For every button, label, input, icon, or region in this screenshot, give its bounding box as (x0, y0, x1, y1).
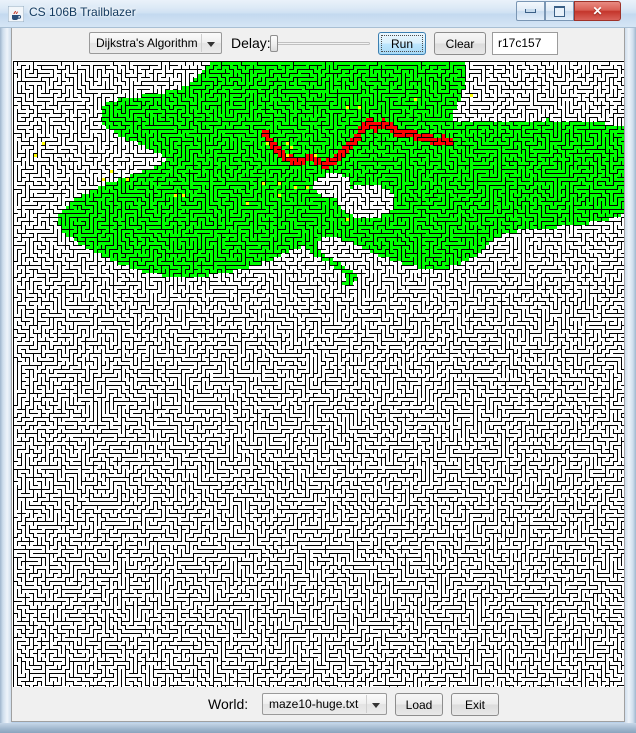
close-icon: ✕ (592, 4, 603, 18)
maze-panel[interactable] (12, 60, 624, 688)
exit-button-label: Exit (464, 697, 485, 712)
window-title: CS 106B Trailblazer (29, 5, 136, 19)
clear-button[interactable]: Clear (434, 32, 486, 55)
minimize-icon (517, 2, 544, 20)
load-button[interactable]: Load (395, 693, 443, 716)
delay-label: Delay: (231, 35, 271, 51)
combo-separator (366, 695, 367, 713)
chevron-down-icon (372, 703, 380, 708)
delay-slider-thumb[interactable] (270, 35, 278, 52)
application-window: CS 106B Trailblazer ✕ Dijkstra's Algorit… (0, 0, 636, 733)
minimize-button[interactable] (516, 1, 545, 21)
bottom-bar: World: maze10-huge.txt Load Exit (12, 687, 624, 721)
clear-button-label: Clear (445, 36, 475, 51)
algorithm-select[interactable]: Dijkstra's Algorithm (89, 32, 222, 54)
world-select-value: maze10-huge.txt (269, 697, 359, 711)
java-coffee-cup-icon (7, 5, 25, 23)
delay-slider[interactable] (270, 32, 370, 54)
maximize-button[interactable] (545, 1, 574, 21)
chevron-down-icon (207, 42, 215, 47)
client-area: Dijkstra's Algorithm Delay: Run Clear r1… (11, 28, 625, 722)
title-bar[interactable]: CS 106B Trailblazer ✕ (0, 0, 636, 28)
combo-separator (201, 34, 202, 52)
exit-button[interactable]: Exit (451, 693, 499, 716)
close-button[interactable]: ✕ (574, 1, 621, 21)
toolbar: Dijkstra's Algorithm Delay: Run Clear r1… (12, 28, 624, 60)
world-select[interactable]: maze10-huge.txt (262, 693, 387, 715)
run-button-label: Run (390, 36, 413, 51)
window-border-right (624, 28, 636, 733)
maximize-icon (546, 2, 573, 20)
run-button[interactable]: Run (378, 32, 426, 55)
maze-canvas[interactable] (13, 61, 624, 688)
algorithm-select-value: Dijkstra's Algorithm (96, 36, 198, 50)
delay-slider-track (274, 42, 370, 45)
coordinate-input-value: r17c157 (498, 36, 542, 50)
load-button-label: Load (405, 697, 433, 712)
world-label: World: (208, 696, 249, 712)
coordinate-input[interactable]: r17c157 (492, 32, 558, 55)
window-border-bottom (0, 723, 636, 733)
